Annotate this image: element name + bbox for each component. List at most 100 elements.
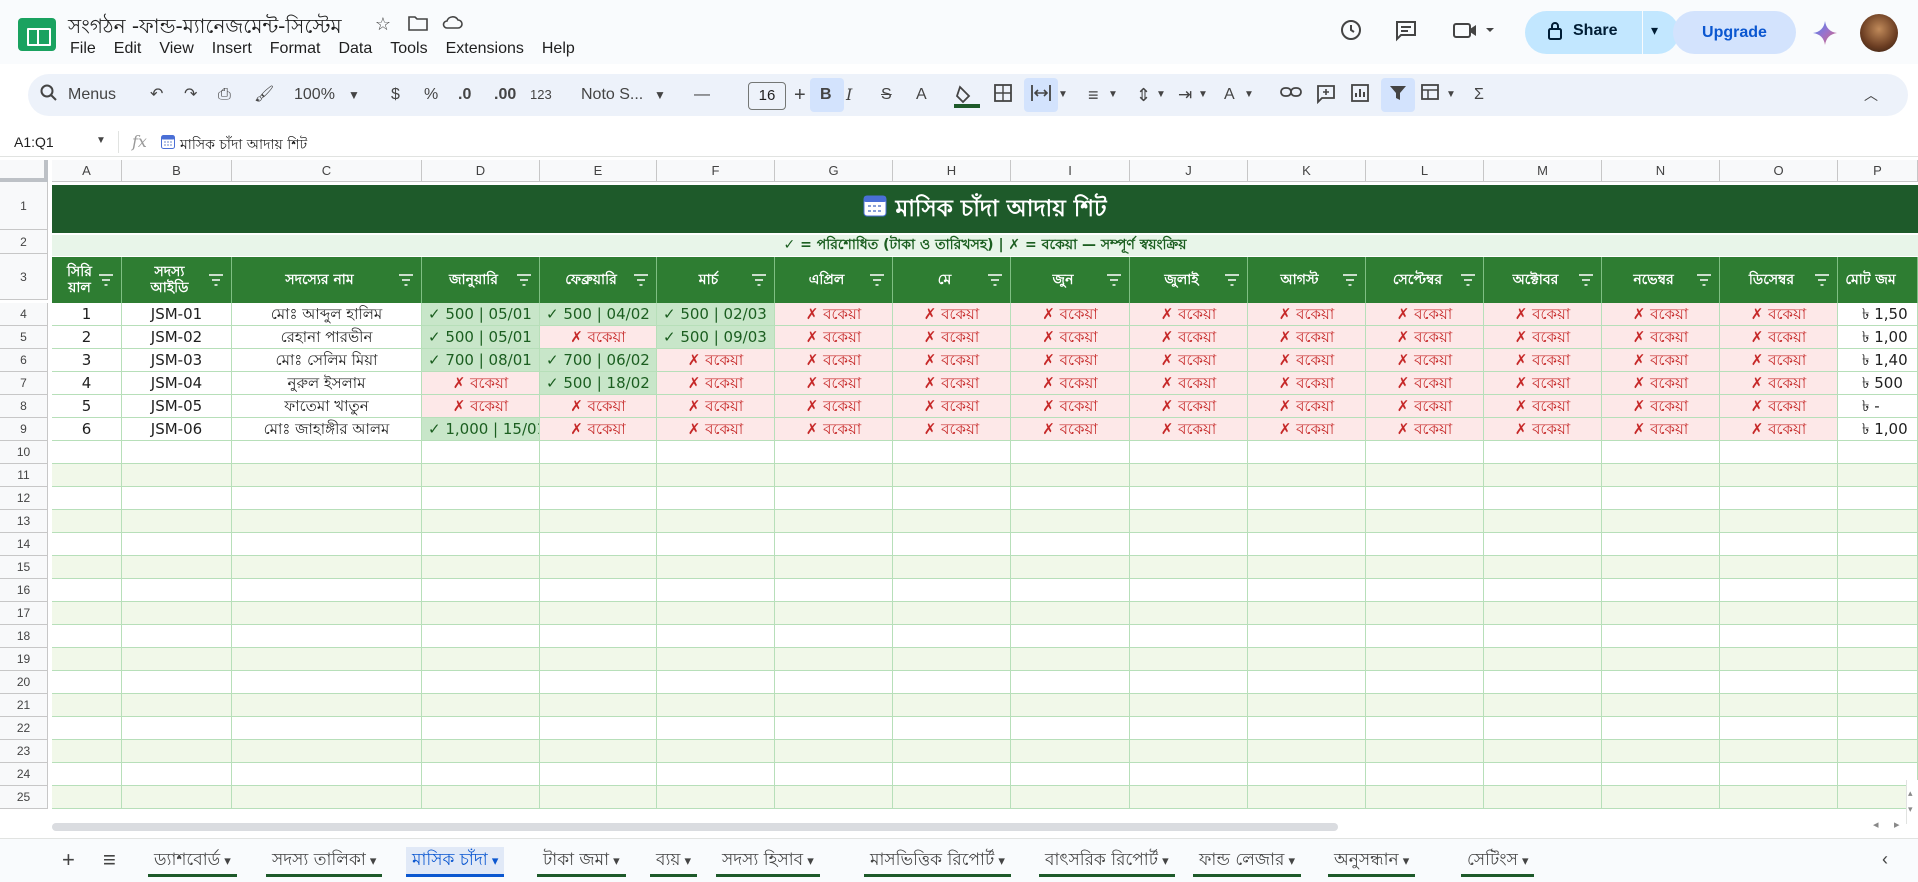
month-cell[interactable]: ✗ বকেয়া — [1484, 418, 1602, 441]
total-cell[interactable]: ৳ 1,40 — [1838, 349, 1918, 372]
month-cell[interactable]: ✗ বকেয়া — [1484, 349, 1602, 372]
total-cell[interactable]: ৳ 1,00 — [1838, 418, 1918, 441]
filter-toggle-icon[interactable] — [209, 274, 223, 286]
total-cell[interactable]: ৳ 500 — [1838, 372, 1918, 395]
empty-cell[interactable] — [422, 694, 540, 717]
member-id-cell[interactable]: JSM-04 — [122, 372, 232, 395]
column-header-o[interactable]: O — [1720, 160, 1838, 182]
month-cell[interactable]: ✗ বকেয়া — [1366, 418, 1484, 441]
empty-cell[interactable] — [52, 694, 122, 717]
scroll-left-icon[interactable]: ◂ — [1873, 818, 1879, 831]
text-color-button[interactable]: A — [916, 84, 927, 106]
empty-cell[interactable] — [232, 786, 422, 809]
month-cell[interactable]: ✓ 500 | 04/02 — [540, 303, 657, 326]
empty-cell[interactable] — [1602, 510, 1720, 533]
empty-cell[interactable] — [893, 533, 1011, 556]
all-sheets-icon[interactable]: ≡ — [103, 847, 116, 873]
month-cell[interactable]: ✗ বকেয়া — [1366, 395, 1484, 418]
empty-cell[interactable] — [657, 487, 775, 510]
empty-cell[interactable] — [1366, 579, 1484, 602]
empty-cell[interactable] — [1484, 763, 1602, 786]
column-title-12[interactable]: সেপ্টেম্বর — [1366, 257, 1484, 303]
text-rotation-dropdown-icon[interactable]: ▼ — [1244, 84, 1254, 106]
row-header-6[interactable]: 6 — [0, 349, 48, 372]
undo-icon[interactable]: ↶ — [150, 84, 163, 106]
month-cell[interactable]: ✓ 500 | 18/02 — [540, 372, 657, 395]
row-header-17[interactable]: 17 — [0, 602, 48, 625]
empty-cell[interactable] — [1248, 441, 1366, 464]
borders-icon[interactable] — [994, 84, 1012, 106]
empty-cell[interactable] — [1366, 717, 1484, 740]
month-cell[interactable]: ✓ 500 | 09/03 — [657, 326, 775, 349]
month-cell[interactable]: ✗ বকেয়া — [1484, 303, 1602, 326]
empty-cell[interactable] — [422, 740, 540, 763]
member-id-cell[interactable]: JSM-05 — [122, 395, 232, 418]
month-cell[interactable]: ✗ বকেয়া — [1248, 303, 1366, 326]
row-header-12[interactable]: 12 — [0, 487, 48, 510]
empty-cell[interactable] — [775, 464, 893, 487]
month-cell[interactable]: ✗ বকেয়া — [1484, 372, 1602, 395]
empty-cell[interactable] — [657, 786, 775, 809]
sheet-tab-5[interactable]: ব্যয় ▾ — [650, 847, 698, 877]
font-size-decrease-button[interactable]: — — [694, 84, 710, 106]
empty-cell[interactable] — [1011, 625, 1130, 648]
tab-dropdown-icon[interactable]: ▾ — [803, 854, 814, 869]
empty-cell[interactable] — [1484, 556, 1602, 579]
empty-cell[interactable] — [775, 533, 893, 556]
empty-cell[interactable] — [232, 556, 422, 579]
month-cell[interactable]: ✗ বকেয়া — [1602, 326, 1720, 349]
empty-cell[interactable] — [540, 487, 657, 510]
total-cell[interactable]: ৳ - — [1838, 395, 1918, 418]
empty-cell[interactable] — [422, 441, 540, 464]
menu-insert[interactable]: Insert — [212, 40, 261, 58]
empty-cell[interactable] — [1366, 740, 1484, 763]
empty-cell[interactable] — [1602, 625, 1720, 648]
scroll-right-icon[interactable]: ▸ — [1894, 818, 1900, 831]
empty-cell[interactable] — [122, 625, 232, 648]
menu-format[interactable]: Format — [270, 40, 330, 58]
member-id-cell[interactable]: JSM-02 — [122, 326, 232, 349]
empty-cell[interactable] — [657, 671, 775, 694]
empty-cell[interactable] — [1720, 648, 1838, 671]
empty-cell[interactable] — [52, 625, 122, 648]
empty-cell[interactable] — [1838, 694, 1918, 717]
month-cell[interactable]: ✗ বকেয়া — [1602, 418, 1720, 441]
empty-cell[interactable] — [232, 441, 422, 464]
empty-cell[interactable] — [1248, 694, 1366, 717]
empty-cell[interactable] — [232, 533, 422, 556]
sheets-logo-icon[interactable] — [18, 18, 56, 51]
empty-cell[interactable] — [657, 740, 775, 763]
empty-cell[interactable] — [1366, 533, 1484, 556]
row-header-14[interactable]: 14 — [0, 533, 48, 556]
month-cell[interactable]: ✗ বকেয়া — [1011, 326, 1130, 349]
empty-cell[interactable] — [1484, 510, 1602, 533]
month-cell[interactable]: ✗ বকেয়া — [1366, 303, 1484, 326]
text-wrap-dropdown-icon[interactable]: ▼ — [1198, 84, 1208, 106]
month-cell[interactable]: ✗ বকেয়া — [540, 326, 657, 349]
filter-toggle-icon[interactable] — [870, 274, 884, 286]
insert-chart-icon[interactable] — [1351, 84, 1369, 106]
star-icon[interactable]: ☆ — [372, 14, 394, 35]
empty-cell[interactable] — [657, 533, 775, 556]
empty-cell[interactable] — [52, 487, 122, 510]
empty-cell[interactable] — [1838, 717, 1918, 740]
month-cell[interactable]: ✗ বকেয়া — [1130, 395, 1248, 418]
empty-cell[interactable] — [232, 602, 422, 625]
column-title-2[interactable]: সদস্য আইডি — [122, 257, 232, 303]
member-name-cell[interactable]: মোঃ জাহাঙ্গীর আলম — [232, 418, 422, 441]
empty-cell[interactable] — [1248, 487, 1366, 510]
sheet-tab-11[interactable]: সেটিংস ▾ — [1461, 847, 1535, 877]
filter-toggle-icon[interactable] — [1815, 274, 1829, 286]
row-header-2[interactable]: 2 — [0, 230, 48, 254]
empty-cell[interactable] — [122, 441, 232, 464]
month-cell[interactable]: ✗ বকেয়া — [893, 395, 1011, 418]
month-cell[interactable]: ✗ বকেয়া — [893, 326, 1011, 349]
empty-cell[interactable] — [1484, 625, 1602, 648]
empty-cell[interactable] — [540, 441, 657, 464]
month-cell[interactable]: ✗ বকেয়া — [893, 418, 1011, 441]
empty-cell[interactable] — [1602, 464, 1720, 487]
empty-cell[interactable] — [1366, 786, 1484, 809]
empty-cell[interactable] — [540, 579, 657, 602]
filter-toggle-icon[interactable] — [399, 274, 413, 286]
empty-cell[interactable] — [893, 510, 1011, 533]
